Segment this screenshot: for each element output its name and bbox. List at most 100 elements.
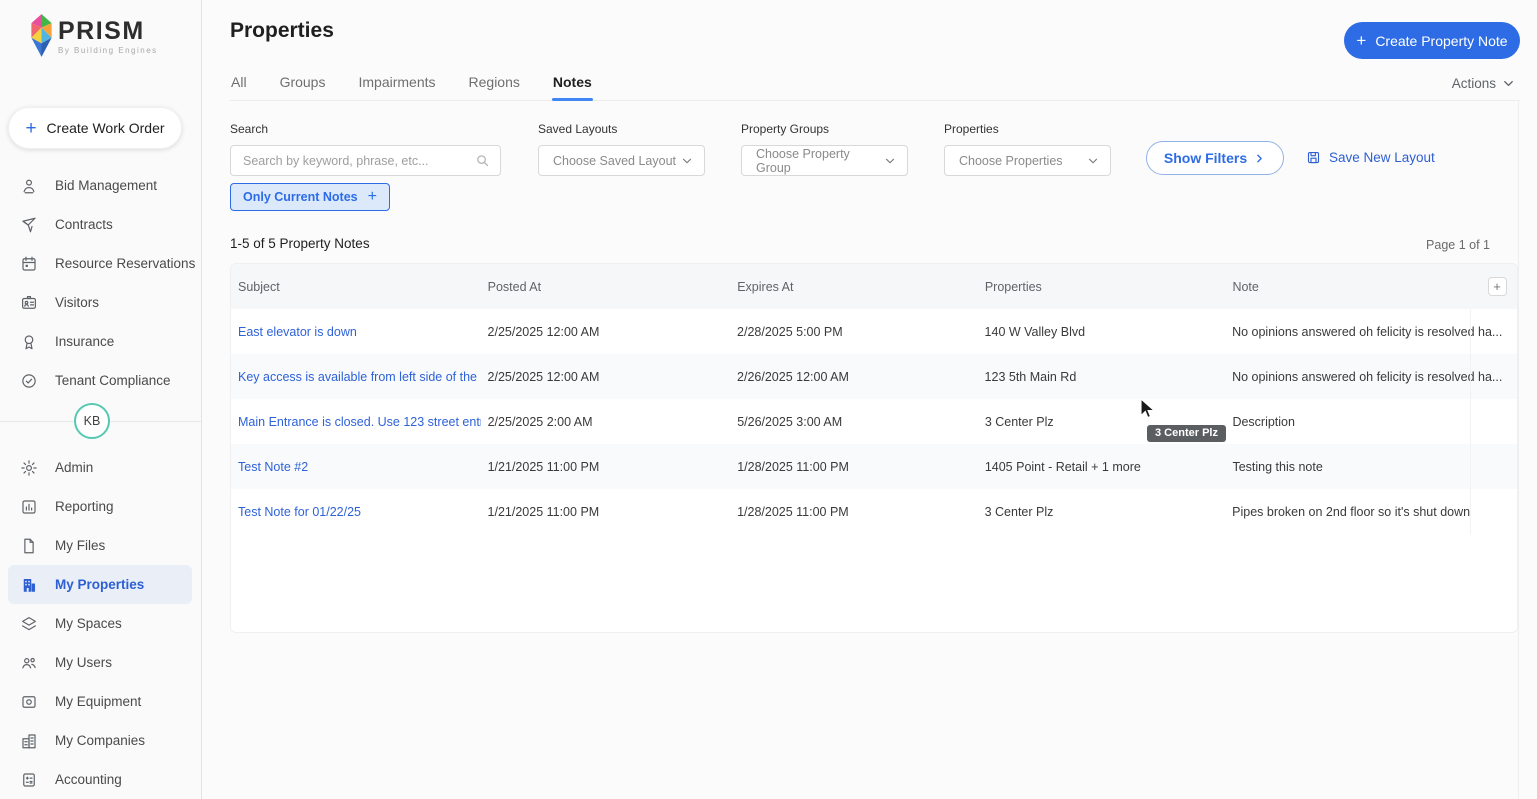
user-avatar[interactable]: KB xyxy=(74,403,110,439)
property-groups-label: Property Groups xyxy=(741,122,830,136)
chevron-right-icon xyxy=(1253,152,1266,165)
sidebar-item-my-users[interactable]: My Users xyxy=(8,643,192,682)
expires-at-cell: 2/28/2025 5:00 PM xyxy=(737,324,843,339)
sidebar-item-my-properties[interactable]: My Properties xyxy=(8,565,192,604)
add-column-button[interactable]: + xyxy=(1487,277,1507,296)
note-subject-link[interactable]: Main Entrance is closed. Use 123 street … xyxy=(238,415,481,429)
posted-at-cell: 2/25/2025 12:00 AM xyxy=(487,324,600,339)
chevron-down-icon xyxy=(1501,76,1516,91)
file-icon xyxy=(20,537,38,555)
note-subject-link[interactable]: East elevator is down xyxy=(238,325,357,339)
table-header-row: Subject Posted At Expires At Properties … xyxy=(231,264,1517,309)
pagination-status: Page 1 of 1 xyxy=(1426,238,1490,252)
sidebar-item-accounting[interactable]: Accounting xyxy=(8,760,192,799)
sidebar: PRISM By Building Engines + Create Work … xyxy=(0,0,202,799)
properties-cell: 123 5th Main Rd xyxy=(984,369,1077,384)
table-row: Test Note #2 1/21/2025 11:00 PM 1/28/202… xyxy=(231,444,1517,489)
tab-impairments[interactable]: Impairments xyxy=(357,70,436,100)
properties-cell: 3 Center Plz xyxy=(984,504,1054,519)
sidebar-item-bid-management[interactable]: Bid Management xyxy=(8,166,192,205)
sidebar-item-my-spaces[interactable]: My Spaces xyxy=(8,604,192,643)
column-header-note[interactable]: Note xyxy=(1225,280,1470,294)
tab-notes[interactable]: Notes xyxy=(551,70,593,101)
equipment-icon xyxy=(20,693,38,711)
search-input[interactable] xyxy=(231,153,475,168)
properties-filter-label: Properties xyxy=(944,122,999,136)
show-filters-button[interactable]: Show Filters xyxy=(1146,141,1284,175)
chevron-down-icon xyxy=(1086,154,1100,168)
sidebar-item-my-files[interactable]: My Files xyxy=(8,526,192,565)
expires-at-cell: 1/28/2025 11:00 PM xyxy=(737,504,849,519)
search-icon xyxy=(475,153,490,168)
only-current-notes-chip[interactable]: Only Current Notes + xyxy=(230,183,390,211)
layers-icon xyxy=(20,615,38,633)
note-subject-link[interactable]: Key access is available from left side o… xyxy=(238,370,481,384)
create-work-order-button[interactable]: + Create Work Order xyxy=(8,107,182,149)
table-row: Test Note for 01/22/25 1/21/2025 11:00 P… xyxy=(231,489,1517,534)
sidebar-item-contracts[interactable]: Contracts xyxy=(8,205,192,244)
tab-regions[interactable]: Regions xyxy=(468,70,521,100)
sidebar-item-admin[interactable]: Admin xyxy=(8,448,192,487)
save-new-layout-button[interactable]: Save New Layout xyxy=(1306,150,1435,165)
note-subject-link[interactable]: Test Note for 01/22/25 xyxy=(238,505,361,519)
tab-groups[interactable]: Groups xyxy=(279,70,327,100)
tab-bar: All Groups Impairments Regions Notes xyxy=(230,70,1520,101)
contract-icon xyxy=(20,216,38,234)
calendar-icon xyxy=(20,255,38,273)
create-property-note-button[interactable]: + Create Property Note xyxy=(1344,22,1520,59)
brand-name: PRISM xyxy=(58,17,145,45)
id-badge-icon xyxy=(20,294,38,312)
property-groups-select[interactable]: Choose Property Group xyxy=(741,145,908,176)
bar-chart-icon xyxy=(20,498,38,516)
sidebar-item-resource-reservations[interactable]: Resource Reservations xyxy=(8,244,195,283)
column-header-properties[interactable]: Properties xyxy=(978,280,1226,294)
posted-at-cell: 2/25/2025 2:00 AM xyxy=(487,414,593,429)
note-cell: No opinions answered oh felicity is reso… xyxy=(1232,369,1503,384)
gear-icon xyxy=(20,459,38,477)
sidebar-item-my-companies[interactable]: My Companies xyxy=(8,721,192,760)
properties-cell: 140 W Valley Blvd xyxy=(984,324,1086,339)
table-row: Key access is available from left side o… xyxy=(231,354,1517,399)
saved-layouts-label: Saved Layouts xyxy=(538,122,618,136)
plus-icon: + xyxy=(367,188,377,205)
results-summary: 1-5 of 5 Property Notes xyxy=(230,236,370,251)
prism-logo-mark-icon xyxy=(28,12,55,59)
posted-at-cell: 2/25/2025 12:00 AM xyxy=(487,369,600,384)
main-content: Properties + Create Property Note All Gr… xyxy=(202,0,1537,799)
sidebar-item-reporting[interactable]: Reporting xyxy=(8,487,192,526)
chevron-down-icon xyxy=(883,154,897,168)
users-icon xyxy=(20,654,38,672)
search-label: Search xyxy=(230,122,269,136)
saved-layouts-select[interactable]: Choose Saved Layout xyxy=(538,145,705,176)
brand-tagline: By Building Engines xyxy=(58,46,158,55)
prism-logo: PRISM By Building Engines xyxy=(28,12,158,59)
company-icon xyxy=(20,732,38,750)
save-icon xyxy=(1306,150,1321,165)
note-cell: No opinions answered oh felicity is reso… xyxy=(1232,324,1503,339)
calculator-icon xyxy=(20,771,38,789)
seal-check-icon xyxy=(20,372,38,390)
tab-all[interactable]: All xyxy=(230,70,248,100)
column-header-subject[interactable]: Subject xyxy=(231,280,481,294)
column-header-posted-at[interactable]: Posted At xyxy=(481,280,731,294)
sidebar-nav-secondary: Admin Reporting My Files My Properties M… xyxy=(0,448,202,799)
sidebar-item-tenant-compliance[interactable]: Tenant Compliance xyxy=(8,361,192,400)
actions-dropdown[interactable]: Actions xyxy=(1452,76,1516,91)
table-row: Main Entrance is closed. Use 123 street … xyxy=(231,399,1517,444)
note-subject-link[interactable]: Test Note #2 xyxy=(238,460,308,474)
note-cell: Pipes broken on 2nd floor so it's shut d… xyxy=(1232,504,1471,519)
properties-cell: 1405 Point - Retail + 1 more xyxy=(984,459,1141,474)
note-cell: Description xyxy=(1232,414,1295,429)
sidebar-item-visitors[interactable]: Visitors xyxy=(8,283,192,322)
building-icon xyxy=(20,576,38,594)
content-right-divider xyxy=(1518,100,1519,799)
properties-select[interactable]: Choose Properties xyxy=(944,145,1111,176)
sidebar-nav-primary: Bid Management Contracts Resource Reserv… xyxy=(0,166,202,400)
plus-icon: + xyxy=(1356,30,1367,50)
sidebar-item-insurance[interactable]: Insurance xyxy=(8,322,192,361)
search-field xyxy=(230,145,501,176)
table-row: East elevator is down 2/25/2025 12:00 AM… xyxy=(231,309,1517,354)
sidebar-item-my-equipment[interactable]: My Equipment xyxy=(8,682,192,721)
page-title: Properties xyxy=(230,19,334,42)
column-header-expires-at[interactable]: Expires At xyxy=(730,280,978,294)
